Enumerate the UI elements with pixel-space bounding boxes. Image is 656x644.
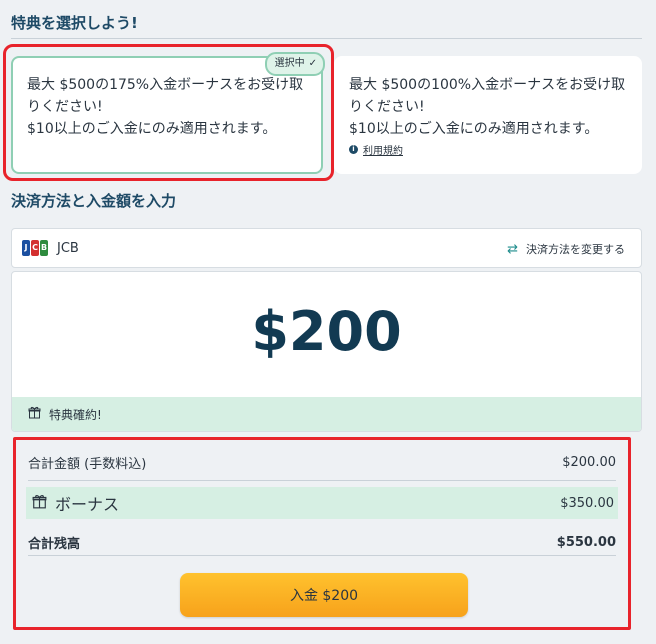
- summary-divider: [28, 555, 616, 556]
- summary-panel: 合計金額 (手数料込) $200.00 ボーナス $350.00 合計残高 $5…: [13, 437, 631, 630]
- change-payment-method-label[interactable]: 決済方法を変更する: [526, 241, 625, 257]
- change-payment-method-link[interactable]: ⇄ 決済方法を変更する: [507, 241, 625, 257]
- bonus-value: $350.00: [560, 495, 614, 511]
- payment-method-label: JCB: [57, 241, 79, 256]
- total-amount-row: 合計金額 (手数料込) $200.00: [28, 452, 616, 472]
- bonus-option-100[interactable]: 最大 $500の100%入金ボーナスをお受け取りください! $10以上のご入金に…: [334, 56, 642, 174]
- terms-link-label[interactable]: 利用規約: [363, 142, 403, 157]
- bonus-confirmed-bar: 特典確約!: [12, 397, 641, 431]
- bonus-row-label-group: ボーナス: [32, 491, 119, 515]
- balance-row: 合計残高 $550.00: [28, 532, 616, 552]
- payment-method-row[interactable]: JCB JCB ⇄ 決済方法を変更する: [11, 228, 642, 268]
- bonus-option-100-text: 最大 $500の100%入金ボーナスをお受け取りください! $10以上のご入金に…: [349, 74, 628, 140]
- summary-divider: [28, 480, 616, 481]
- bonus-label: ボーナス: [55, 495, 120, 514]
- bonus-option-100-line1: 最大 $500の100%入金ボーナスをお受け取りください!: [349, 77, 626, 115]
- selected-badge: 選択中 ✓: [264, 52, 325, 76]
- bonus-option-175-text: 最大 $500の175%入金ボーナスをお受け取りください! $10以上のご入金に…: [27, 74, 307, 140]
- bonus-option-100-line2: $10以上のご入金にのみ適用されます。: [349, 121, 599, 137]
- total-amount-label: 合計金額 (手数料込): [28, 456, 147, 472]
- bonus-option-175-line1: 最大 $500の175%入金ボーナスをお受け取りください!: [27, 77, 304, 115]
- amount-input-box[interactable]: $200 特典確約!: [11, 271, 642, 432]
- terms-link[interactable]: i 利用規約: [349, 142, 403, 157]
- info-icon: i: [349, 145, 358, 154]
- jcb-logo-icon: JCB: [22, 240, 48, 256]
- gift-icon: [28, 406, 41, 422]
- payment-section-title: 決済方法と入金額を入力: [11, 192, 177, 210]
- deposit-amount[interactable]: $200: [12, 300, 641, 363]
- balance-value: $550.00: [556, 534, 616, 550]
- gift-icon: [32, 494, 47, 513]
- bonus-option-175-line2: $10以上のご入金にのみ適用されます。: [27, 121, 277, 137]
- bonus-option-175[interactable]: 選択中 ✓ 最大 $500の175%入金ボーナスをお受け取りください! $10以…: [11, 52, 325, 174]
- bonus-section-title: 特典を選択しよう!: [11, 14, 138, 32]
- total-amount-value: $200.00: [562, 454, 616, 470]
- section-divider: [11, 38, 642, 39]
- bonus-row: ボーナス $350.00: [26, 487, 618, 519]
- swap-icon: ⇄: [507, 241, 518, 257]
- selected-badge-label: 選択中: [274, 58, 305, 69]
- balance-label: 合計残高: [28, 536, 81, 552]
- bonus-confirmed-label: 特典確約!: [49, 407, 102, 422]
- deposit-button[interactable]: 入金 $200: [180, 573, 468, 617]
- check-icon: ✓: [308, 58, 317, 69]
